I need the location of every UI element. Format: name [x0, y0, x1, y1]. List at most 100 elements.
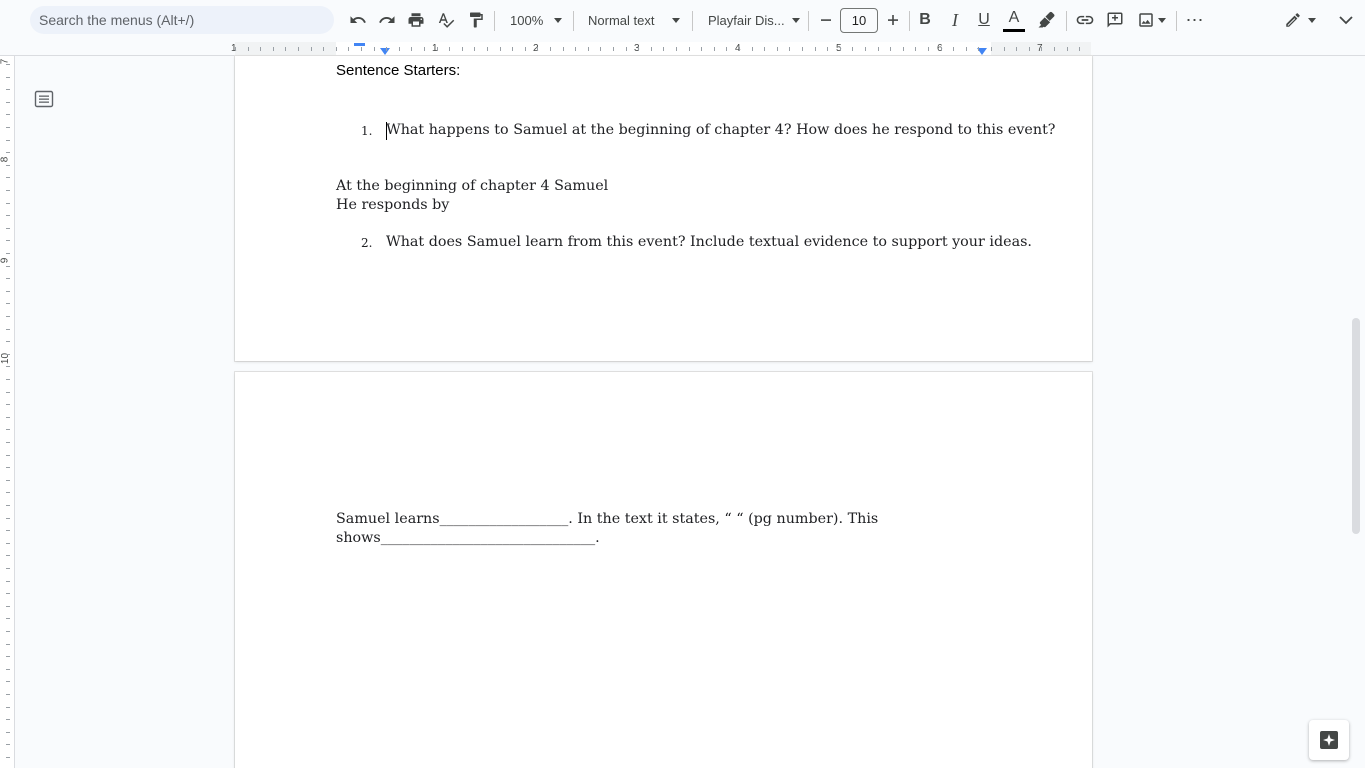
ruler-tick [6, 581, 10, 582]
ruler-tick [915, 47, 916, 51]
ruler-tick [978, 47, 979, 51]
font-value: Playfair Dis... [708, 12, 785, 28]
ruler-tick [714, 47, 715, 51]
editing-mode-button[interactable] [1278, 0, 1322, 40]
ruler-tick [6, 354, 10, 355]
paint-format-icon[interactable] [464, 0, 488, 40]
toolbar-divider [1176, 11, 1177, 31]
zoom-select[interactable]: 100% [504, 0, 568, 40]
first-line-indent-marker[interactable] [354, 43, 365, 46]
ruler-tick [6, 316, 10, 317]
list-number: 2. [361, 236, 373, 250]
sparkle-icon [1320, 731, 1338, 749]
ruler-tick [563, 47, 564, 51]
document-outline-icon[interactable] [34, 89, 54, 109]
decrease-font-size-button[interactable] [814, 0, 838, 40]
ruler-tick [6, 77, 10, 78]
horizontal-ruler[interactable]: 1 1 2 3 4 5 6 7 [0, 42, 1365, 56]
text-color-button[interactable]: A [1002, 0, 1026, 40]
vertical-ruler[interactable]: 7 8 9 10 [0, 56, 15, 768]
ruler-tick [374, 47, 375, 51]
ruler-tick [6, 669, 10, 670]
ruler-tick [1029, 47, 1030, 51]
insert-image-icon[interactable] [1133, 0, 1169, 40]
ruler-tick [411, 47, 412, 51]
font-select[interactable]: Playfair Dis... [702, 0, 806, 40]
ruler-tick [941, 47, 942, 51]
italic-button[interactable]: I [943, 0, 967, 40]
highlight-icon[interactable] [1034, 0, 1058, 40]
ruler-tick [6, 644, 10, 645]
ruler-tick [676, 47, 677, 51]
ruler-tick [6, 190, 10, 191]
ruler-tick [689, 47, 690, 51]
ruler-tick [878, 47, 879, 51]
ruler-tick [1067, 47, 1068, 51]
ruler-tick [6, 417, 10, 418]
ruler-tick [6, 278, 10, 279]
increase-font-size-button[interactable] [881, 0, 905, 40]
paragraph-style-select[interactable]: Normal text [582, 0, 686, 40]
ruler-tick [6, 404, 10, 405]
ruler-tick [752, 47, 753, 51]
ruler-tick [311, 47, 312, 51]
ruler-tick [6, 341, 10, 342]
ruler-tick [6, 366, 10, 367]
undo-icon[interactable] [346, 0, 370, 40]
chevron-down-icon [792, 17, 800, 23]
redo-icon[interactable] [375, 0, 399, 40]
toolbar-divider [1066, 11, 1067, 31]
ruler-tick [6, 253, 10, 254]
explore-assist-button[interactable] [1309, 720, 1349, 760]
text-color-label: A [1008, 9, 1020, 26]
ruler-tick [6, 127, 10, 128]
spellcheck-icon[interactable] [434, 0, 458, 40]
add-comment-icon[interactable] [1103, 0, 1127, 40]
ruler-tick [6, 555, 10, 556]
ruler-tick [6, 492, 10, 493]
ruler-tick [6, 455, 10, 456]
ruler-tick [6, 89, 10, 90]
collapse-menus-icon[interactable] [1334, 0, 1358, 40]
ruler-tick [6, 568, 10, 569]
ruler-tick [1041, 47, 1042, 51]
sentence-starters-heading: Sentence Starters: [336, 62, 461, 79]
left-indent-marker[interactable] [380, 48, 390, 55]
ruler-tick [361, 47, 362, 51]
search-menus-input[interactable]: Search the menus (Alt+/) [30, 6, 334, 34]
ruler-tick [815, 47, 816, 51]
ruler-tick [6, 606, 10, 607]
ruler-number: 8 [0, 156, 11, 163]
ruler-tick [6, 656, 10, 657]
document-page[interactable]: Samuel learns__________________. In the … [235, 372, 1092, 768]
ruler-number: 9 [0, 257, 11, 264]
ruler-tick [890, 47, 891, 51]
ruler-tick [588, 47, 589, 51]
ruler-tick [273, 47, 274, 51]
ruler-tick [6, 215, 10, 216]
toolbar-divider [494, 11, 495, 31]
ruler-tick [638, 47, 639, 51]
ruler-tick [6, 152, 10, 153]
bold-button[interactable]: B [913, 0, 937, 40]
underline-button[interactable]: U [972, 0, 996, 40]
more-options-button[interactable]: ⋯ [1183, 0, 1207, 40]
vertical-scrollbar[interactable] [1352, 318, 1360, 534]
ruler-tick [6, 291, 10, 292]
paragraph-style-value: Normal text [588, 12, 655, 28]
print-icon[interactable] [404, 0, 428, 40]
ruler-tick [6, 631, 10, 632]
ruler-tick [613, 47, 614, 51]
ruler-tick [966, 47, 967, 51]
link-icon[interactable] [1073, 0, 1097, 40]
ruler-tick [6, 618, 10, 619]
chevron-down-icon [672, 17, 680, 23]
ruler-tick [6, 102, 10, 103]
document-page[interactable]: Sentence Starters: 1. What happens to Sa… [235, 56, 1092, 361]
font-size-input[interactable]: 10 [840, 8, 878, 33]
ruler-tick [6, 177, 10, 178]
ruler-tick [235, 47, 236, 51]
toolbar-divider [909, 11, 910, 31]
ruler-tick [701, 47, 702, 51]
sentence-starter-2: He responds by [336, 197, 450, 213]
